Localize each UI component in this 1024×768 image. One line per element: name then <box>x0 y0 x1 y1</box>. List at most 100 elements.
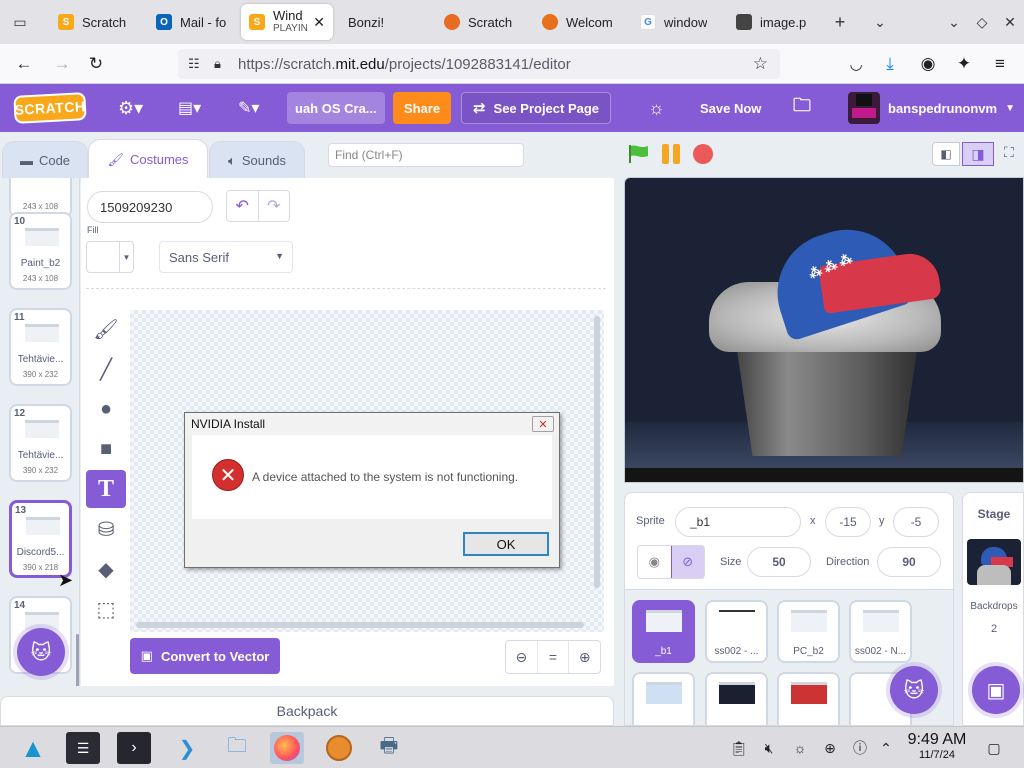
tab-bonzi[interactable]: Bonzi! <box>340 4 430 40</box>
zoom-reset-icon[interactable]: = <box>538 641 570 673</box>
file-menu-icon[interactable]: ▤▾ <box>178 84 201 132</box>
terminal-app-icon[interactable]: › <box>117 732 151 764</box>
tab-mail[interactable]: O Mail - fo <box>148 4 238 40</box>
sprite-size-input[interactable]: 50 <box>747 547 811 577</box>
save-now-button[interactable]: Save Now <box>700 84 761 132</box>
rectangle-tool-icon[interactable]: ■ <box>86 430 126 468</box>
minimize-chevron-icon[interactable]: ⌄ <box>942 10 966 34</box>
clock[interactable]: 9:49 AM 11/7/24 <box>898 731 976 761</box>
theme-bulb-icon[interactable]: ☼ <box>648 84 665 132</box>
dialog-ok-button[interactable]: OK <box>463 532 549 556</box>
my-stuff-folder-icon[interactable]: 🗀︎ <box>793 84 811 132</box>
backpack-bar[interactable]: Backpack <box>0 696 614 726</box>
brightness-icon[interactable]: ☼ <box>790 738 810 758</box>
costume-item[interactable]: 11 Tehtävie... 390 x 232 <box>9 308 72 386</box>
page-info-icon[interactable]: ☷ <box>188 56 200 72</box>
see-project-page-button[interactable]: ⇄ See Project Page <box>461 92 611 124</box>
tab-code[interactable]: ▬ Code <box>2 141 88 179</box>
convert-to-vector-button[interactable]: ▣ Convert to Vector <box>130 638 280 674</box>
extensions-icon[interactable]: ✦ <box>952 52 976 76</box>
maximize-icon[interactable]: ◇ <box>970 10 994 34</box>
orange-app-icon[interactable] <box>322 732 356 764</box>
canvas-vertical-scrollbar[interactable] <box>594 316 600 588</box>
network-icon[interactable]: ⊕ <box>820 738 840 758</box>
eraser-tool-icon[interactable]: ◆ <box>86 550 126 588</box>
costume-item[interactable]: 10 Paint_b2 243 x 108 <box>9 212 72 290</box>
account-icon[interactable]: ◉ <box>916 52 940 76</box>
stage-canvas[interactable]: ⁂ ⁂ ⁂ <box>624 177 1024 483</box>
small-stage-icon[interactable]: ◧ <box>932 142 960 166</box>
sprite-item[interactable]: PC_b2 <box>777 600 840 663</box>
share-button[interactable]: Share <box>393 92 451 124</box>
choose-sprite-cat-button[interactable]: 🐱︎ <box>890 666 938 714</box>
tab-image[interactable]: image.p <box>728 4 820 40</box>
canvas-horizontal-scrollbar[interactable] <box>136 622 584 628</box>
pocket-icon[interactable]: ◡ <box>844 52 868 76</box>
sprite-y-input[interactable]: -5 <box>893 507 939 537</box>
line-tool-icon[interactable]: ╱ <box>86 350 126 388</box>
new-tab-icon[interactable]: + <box>828 10 852 34</box>
tab-scratch-2[interactable]: Scratch <box>436 4 528 40</box>
back-arrow-icon[interactable]: ← <box>12 52 36 76</box>
redo-icon[interactable]: ↷ <box>257 191 290 221</box>
sprite-item-selected[interactable]: _b1 <box>632 600 695 663</box>
tab-list-chevron-icon[interactable]: ⌄ <box>868 10 892 34</box>
tab-overview-icon[interactable]: ▭ <box>8 10 32 34</box>
reload-icon[interactable]: ↻ <box>84 52 108 76</box>
tab-windows-search[interactable]: G window <box>632 4 724 40</box>
files-app-icon[interactable]: 🗀︎ <box>220 732 254 764</box>
show-eye-icon[interactable]: ◉ <box>638 546 671 578</box>
sprite-name-input[interactable]: _b1 <box>675 507 801 537</box>
font-select[interactable]: Sans Serif ▼ <box>159 241 293 273</box>
tab-costumes[interactable]: 🖌︎ Costumes <box>88 139 208 179</box>
sprite-item[interactable]: ss002 - N... <box>849 600 912 663</box>
clipboard-icon[interactable]: 📋︎ <box>729 738 749 758</box>
brush-tool-icon[interactable]: 🖌︎ <box>86 310 126 348</box>
dialog-close-icon[interactable]: ✕ <box>532 416 554 432</box>
choose-backdrop-button[interactable]: ▣ <box>972 666 1020 714</box>
undo-icon[interactable]: ↶ <box>227 191 258 221</box>
find-input[interactable]: Find (Ctrl+F) <box>328 143 524 167</box>
circle-tool-icon[interactable]: ● <box>86 390 126 428</box>
choose-costume-cat-button[interactable]: 🐱︎ <box>17 628 65 676</box>
arch-menu-icon[interactable]: ▲ <box>16 732 50 764</box>
lock-icon[interactable]: 🔒︎ <box>214 56 221 72</box>
edit-menu-icon[interactable]: ✎▾ <box>238 84 259 132</box>
sprite-item[interactable] <box>777 672 840 725</box>
username-menu[interactable]: banspedrunonvm ▼ <box>888 84 1015 132</box>
stop-icon[interactable] <box>693 144 713 164</box>
green-flag-icon[interactable] <box>628 144 650 164</box>
fill-bucket-tool-icon[interactable]: ⛁ <box>86 510 126 548</box>
close-tab-icon[interactable]: ✕ <box>313 14 325 31</box>
fill-color-picker[interactable]: ▼ <box>86 241 134 273</box>
zoom-out-icon[interactable]: ⊖ <box>506 641 538 673</box>
tab-sounds[interactable]: 🔈︎ Sounds <box>209 141 305 179</box>
bookmark-star-icon[interactable]: ☆ <box>753 54 768 74</box>
url-bar[interactable]: ☷ 🔒︎ https://scratch.mit.edu/projects/10… <box>178 49 780 79</box>
sprite-direction-input[interactable]: 90 <box>877 547 941 577</box>
zoom-in-icon[interactable]: ⊕ <box>569 641 600 673</box>
costume-item[interactable]: 12 Tehtävie... 390 x 232 <box>9 404 72 482</box>
volume-muted-icon[interactable]: 🔇︎ <box>759 738 779 758</box>
fullscreen-icon[interactable]: ⛶ <box>1004 144 1024 164</box>
tab-welcome[interactable]: Welcom <box>534 4 626 40</box>
tab-scratch-1[interactable]: S Scratch <box>50 4 146 40</box>
tray-expand-icon[interactable]: ⌃ <box>876 738 896 758</box>
project-title-input[interactable]: uah OS Cra... <box>287 92 385 124</box>
settings-gear-icon[interactable]: ⚙▾ <box>118 84 143 132</box>
tab-wind-playing[interactable]: S Wind PLAYIN ✕ <box>241 4 333 40</box>
costume-list-scrollbar[interactable] <box>76 634 79 686</box>
sprite-x-input[interactable]: -15 <box>825 507 871 537</box>
show-desktop-icon[interactable]: ▢ <box>984 738 1004 758</box>
select-tool-icon[interactable]: ⬚ <box>86 590 126 628</box>
pause-icon[interactable] <box>660 144 682 164</box>
hide-eye-icon[interactable]: ⊘ <box>670 546 704 578</box>
sprite-item[interactable]: ss002 - ... <box>705 600 768 663</box>
forward-arrow-icon[interactable]: → <box>50 52 74 76</box>
vscode-app-icon[interactable]: ❯ <box>170 732 204 764</box>
sprite-item[interactable] <box>705 672 768 725</box>
close-window-icon[interactable]: ✕ <box>998 10 1022 34</box>
scratch-logo[interactable]: SCRATCH <box>13 92 87 124</box>
costume-item-selected[interactable]: 13 Discord5... 390 x 218 <box>9 500 72 578</box>
text-tool-icon[interactable]: T <box>86 470 126 508</box>
